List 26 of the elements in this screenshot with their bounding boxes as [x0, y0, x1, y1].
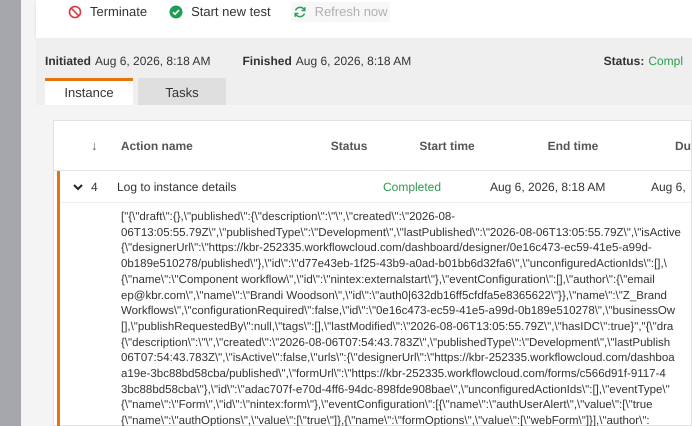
- initiated-label: Initiated: [45, 53, 92, 70]
- table-row[interactable]: [57, 171, 691, 426]
- check-circle-icon: [169, 4, 184, 19]
- chevron-icon[interactable]: [73, 182, 83, 190]
- column-header[interactable]: Start time: [419, 136, 548, 154]
- column-header[interactable]: Action name: [120, 136, 331, 154]
- start-time: Aug 6, 2026, 8:18 AM: [490, 178, 606, 196]
- refresh-icon: [292, 4, 307, 19]
- prohibited-icon: [68, 4, 82, 19]
- tab[interactable]: Instance: [45, 78, 133, 105]
- tab[interactable]: Tasks: [138, 78, 226, 105]
- finished-time: Aug 6, 2026, 8:18 AM: [296, 53, 412, 70]
- column-header[interactable]: Status: [330, 136, 420, 154]
- column-header[interactable]: Du: [675, 136, 691, 154]
- row-number: 4: [91, 178, 99, 196]
- sort-icon[interactable]: ↓: [91, 136, 121, 156]
- status-text: Completed: [383, 178, 442, 196]
- column-header[interactable]: End time: [548, 136, 675, 154]
- finished-label: Finished: [242, 53, 292, 70]
- status-value: Compl: [648, 53, 683, 70]
- status-label: Status:: [604, 53, 644, 70]
- toolbar-button[interactable]: Terminate: [66, 2, 150, 22]
- end-time: Aug 6,: [651, 178, 686, 196]
- toolbar-button[interactable]: Start new test: [167, 2, 273, 22]
- action-name: Log to instance details: [117, 178, 238, 196]
- initiated-time: Aug 6, 2026, 8:18 AM: [95, 53, 210, 70]
